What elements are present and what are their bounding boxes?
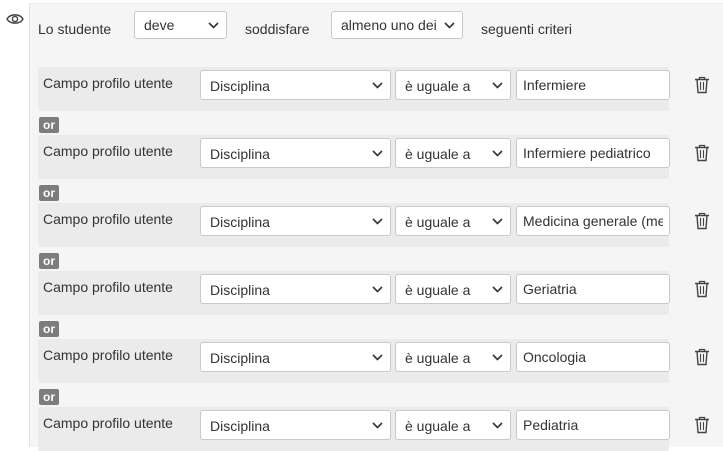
criteria-rule-row: Campo profilo utente Disciplina è uguale a — [38, 339, 670, 383]
operator-select[interactable]: è uguale a — [395, 70, 511, 100]
operator-select-value: è uguale a — [405, 78, 471, 94]
chevron-down-icon — [492, 422, 503, 429]
rule-value-input[interactable] — [516, 342, 670, 372]
chevron-down-icon — [372, 286, 383, 293]
scope-select-value: almeno uno dei — [341, 17, 437, 33]
trash-icon[interactable] — [694, 280, 710, 298]
scope-select[interactable]: almeno uno dei — [331, 11, 463, 39]
profile-field-select[interactable]: Disciplina — [200, 70, 391, 100]
trash-icon[interactable] — [694, 416, 710, 434]
criteria-rule-row: Campo profilo utente Disciplina è uguale a — [38, 407, 670, 451]
chevron-down-icon — [492, 354, 503, 361]
requirement-select[interactable]: deve — [134, 11, 227, 39]
profile-field-select[interactable]: Disciplina — [200, 410, 391, 440]
chevron-down-icon — [492, 150, 503, 157]
rule-value-input[interactable] — [516, 70, 670, 100]
rule-field-type-label: Campo profilo utente — [43, 279, 173, 295]
chevron-down-icon — [492, 218, 503, 225]
profile-field-select-value: Disciplina — [210, 146, 270, 162]
rule-field-type-label: Campo profilo utente — [43, 347, 173, 363]
profile-field-select[interactable]: Disciplina — [200, 206, 391, 236]
profile-field-select-value: Disciplina — [210, 214, 270, 230]
operator-select-value: è uguale a — [405, 146, 471, 162]
chevron-down-icon — [372, 82, 383, 89]
header-middle-text: soddisfare — [245, 21, 310, 37]
chevron-down-icon — [444, 22, 455, 29]
profile-field-select[interactable]: Disciplina — [200, 138, 391, 168]
rule-field-type-label: Campo profilo utente — [43, 75, 173, 91]
operator-select[interactable]: è uguale a — [395, 206, 511, 236]
operator-select-value: è uguale a — [405, 418, 471, 434]
or-connector-badge: or — [39, 321, 59, 337]
header-suffix-text: seguenti criteri — [481, 21, 573, 37]
operator-select[interactable]: è uguale a — [395, 410, 511, 440]
chevron-down-icon — [372, 150, 383, 157]
profile-field-select-value: Disciplina — [210, 78, 270, 94]
operator-select-value: è uguale a — [405, 350, 471, 366]
rule-field-type-label: Campo profilo utente — [43, 143, 173, 159]
operator-select-value: è uguale a — [405, 214, 471, 230]
profile-field-select-value: Disciplina — [210, 282, 270, 298]
or-connector-badge: or — [39, 117, 59, 133]
trash-icon[interactable] — [694, 212, 710, 230]
operator-select-value: è uguale a — [405, 282, 471, 298]
rule-value-input[interactable] — [516, 274, 670, 304]
eye-icon[interactable] — [6, 12, 24, 26]
or-connector-badge: or — [39, 389, 59, 405]
operator-select[interactable]: è uguale a — [395, 138, 511, 168]
header-prefix-text: Lo studente — [38, 21, 112, 37]
operator-select[interactable]: è uguale a — [395, 342, 511, 372]
chevron-down-icon — [492, 286, 503, 293]
operator-select[interactable]: è uguale a — [395, 274, 511, 304]
rule-field-type-label: Campo profilo utente — [43, 415, 173, 431]
or-connector-badge: or — [39, 185, 59, 201]
trash-icon[interactable] — [694, 144, 710, 162]
profile-field-select-value: Disciplina — [210, 418, 270, 434]
profile-field-select[interactable]: Disciplina — [200, 342, 391, 372]
rule-value-input[interactable] — [516, 206, 670, 236]
chevron-down-icon — [372, 354, 383, 361]
rule-field-type-label: Campo profilo utente — [43, 211, 173, 227]
trash-icon[interactable] — [694, 76, 710, 94]
chevron-down-icon — [492, 82, 503, 89]
chevron-down-icon — [372, 218, 383, 225]
rule-value-input[interactable] — [516, 138, 670, 168]
criteria-header: Lo studente deve soddisfare almeno uno d… — [30, 4, 723, 50]
requirement-select-value: deve — [144, 17, 175, 33]
profile-field-select-value: Disciplina — [210, 350, 270, 366]
chevron-down-icon — [208, 22, 219, 29]
criteria-rule-row: Campo profilo utente Disciplina è uguale a — [38, 67, 670, 111]
rule-value-input[interactable] — [516, 410, 670, 440]
profile-field-select[interactable]: Disciplina — [200, 274, 391, 304]
criteria-rule-row: Campo profilo utente Disciplina è uguale a — [38, 135, 670, 179]
trash-icon[interactable] — [694, 348, 710, 366]
or-connector-badge: or — [39, 253, 59, 269]
criteria-panel: Lo studente deve soddisfare almeno uno d… — [29, 3, 723, 451]
criteria-rule-row: Campo profilo utente Disciplina è uguale a — [38, 271, 670, 315]
criteria-rule-row: Campo profilo utente Disciplina è uguale a — [38, 203, 670, 247]
chevron-down-icon — [372, 422, 383, 429]
